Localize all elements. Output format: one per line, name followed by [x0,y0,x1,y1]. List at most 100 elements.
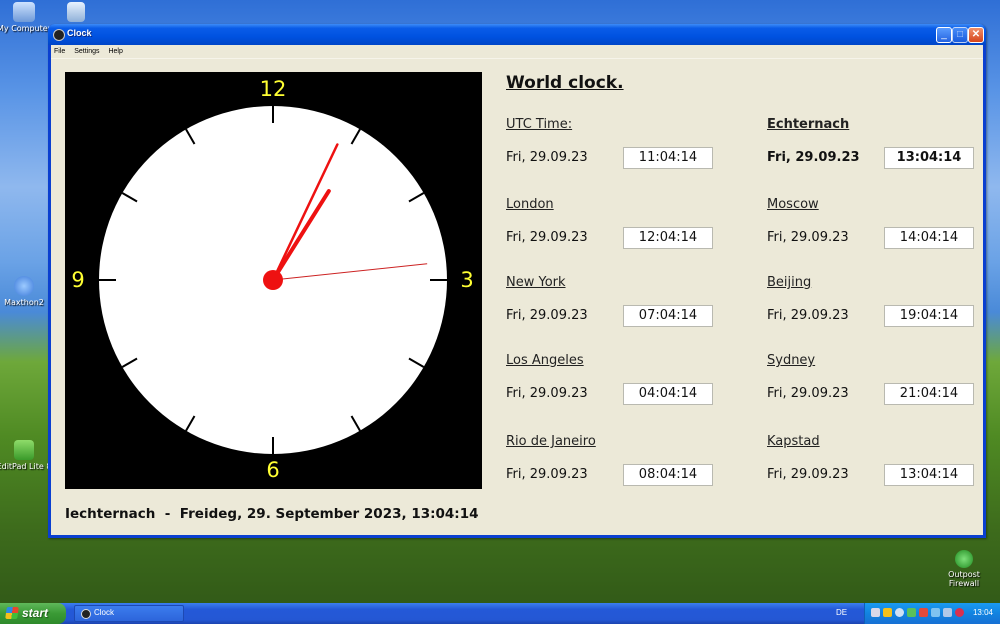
city-date: Fri, 29.09.23 [767,230,849,245]
city-entry: Moscow Fri, 29.09.23 14:04:14 [767,197,987,251]
firewall-tray-icon[interactable] [955,608,964,617]
city-time-field[interactable]: 21:04:14 [884,383,974,405]
start-button[interactable]: start [0,603,66,624]
city-entry: Kapstad Fri, 29.09.23 13:04:14 [767,434,987,488]
city-row: Fri, 29.09.23 07:04:14 [506,305,726,329]
city-name: Moscow [767,197,819,212]
city-entry: Rio de Janeiro Fri, 29.09.23 08:04:14 [506,434,726,488]
city-date: Fri, 29.09.23 [767,308,849,323]
city-row: Fri, 29.09.23 13:04:14 [767,147,987,171]
city-entry: Sydney Fri, 29.09.23 21:04:14 [767,353,987,407]
city-date: Fri, 29.09.23 [506,467,588,482]
numeral-12: 12 [260,77,287,101]
analog-clock: 12 3 6 9 [65,72,482,489]
desktop-icon-editpad[interactable]: EditPad Lite 8 [0,440,54,471]
city-name: New York [506,275,566,290]
language-indicator[interactable]: DE [836,608,847,617]
city-name: Rio de Janeiro [506,434,596,449]
city-row: Fri, 29.09.23 11:04:14 [506,147,726,171]
desktop-icon-label: EditPad Lite 8 [0,462,52,471]
taskbar: start Clock DE 13:04 [0,603,1000,624]
menu-help[interactable]: Help [108,48,122,55]
window-client: File Settings Help 12 3 6 9 Iechternach … [51,45,983,535]
city-row: Fri, 29.09.23 04:04:14 [506,383,726,407]
city-date: Fri, 29.09.23 [767,467,849,482]
city-row: Fri, 29.09.23 13:04:14 [767,464,987,488]
menu-file[interactable]: File [54,48,65,55]
city-row: Fri, 29.09.23 14:04:14 [767,227,987,251]
city-row: Fri, 29.09.23 21:04:14 [767,383,987,407]
desktop-icon-label: Outpost Firewall [948,570,980,588]
desktop-icon-label: My Computer [0,24,51,33]
city-entry: London Fri, 29.09.23 12:04:14 [506,197,726,251]
city-time-field[interactable]: 04:04:14 [623,383,713,405]
city-time-field[interactable]: 11:04:14 [623,147,713,169]
antivirus-icon[interactable] [919,608,928,617]
city-time-field[interactable]: 07:04:14 [623,305,713,327]
city-time-field[interactable]: 13:04:14 [884,147,974,169]
city-row: Fri, 29.09.23 19:04:14 [767,305,987,329]
city-time-field[interactable]: 08:04:14 [623,464,713,486]
city-time-field[interactable]: 12:04:14 [623,227,713,249]
desktop-icon-label: Maxthon2 [4,298,44,307]
city-time-field[interactable]: 14:04:14 [884,227,974,249]
city-date: Fri, 29.09.23 [767,150,860,165]
city-name: London [506,197,554,212]
city-date: Fri, 29.09.23 [767,386,849,401]
city-date: Fri, 29.09.23 [506,230,588,245]
city-name: UTC Time: [506,117,573,132]
network-icon[interactable] [871,608,880,617]
city-entry: Beijing Fri, 29.09.23 19:04:14 [767,275,987,329]
windows-logo-icon [5,607,19,619]
city-name: Beijing [767,275,812,290]
city-name: Los Angeles [506,353,584,368]
sync-icon[interactable] [907,608,916,617]
city-name: Kapstad [767,434,820,449]
city-date: Fri, 29.09.23 [506,150,588,165]
clock-app-icon [81,609,91,619]
city-entry: UTC Time: Fri, 29.09.23 11:04:14 [506,117,726,171]
city-name: Sydney [767,353,816,368]
clock-window: Clock _ □ ✕ File Settings Help 12 3 6 9 [48,24,986,538]
shield-icon[interactable] [931,608,940,617]
city-entry: Los Angeles Fri, 29.09.23 04:04:14 [506,353,726,407]
start-label: start [22,606,49,620]
connection-icon[interactable] [943,608,952,617]
city-row: Fri, 29.09.23 12:04:14 [506,227,726,251]
city-name: Echternach [767,117,850,132]
computer-icon [13,2,35,22]
city-time-field[interactable]: 13:04:14 [884,464,974,486]
taskbar-item-clock[interactable]: Clock [74,605,184,622]
desktop-icon-recycle-bin[interactable] [46,2,106,24]
local-date-time-status: Iechternach - Freideg, 29. September 202… [65,506,479,522]
city-entry: Echternach Fri, 29.09.23 13:04:14 [767,117,987,171]
taskbar-clock[interactable]: 13:04 [973,608,993,617]
recycle-bin-icon [67,2,85,22]
clock-app-icon [53,29,65,41]
city-date: Fri, 29.09.23 [506,386,588,401]
warning-icon[interactable] [883,608,892,617]
maximize-button[interactable]: □ [952,27,968,43]
numeral-6: 6 [266,458,279,482]
world-clock-title: World clock. [506,73,624,93]
system-tray: 13:04 [864,603,1000,624]
firewall-icon [955,550,973,568]
desktop-icon-outpost-firewall[interactable]: Outpost Firewall [934,550,994,588]
close-button[interactable]: ✕ [968,27,984,43]
taskbar-item-label: Clock [94,608,115,617]
numeral-3: 3 [460,268,473,292]
minimize-button[interactable]: _ [936,27,952,43]
volume-icon[interactable] [895,608,904,617]
maxthon-icon [14,276,34,296]
editpad-icon [14,440,34,460]
city-row: Fri, 29.09.23 08:04:14 [506,464,726,488]
city-time-field[interactable]: 19:04:14 [884,305,974,327]
menu-bar: File Settings Help [51,45,983,59]
numeral-9: 9 [71,268,84,292]
city-date: Fri, 29.09.23 [506,308,588,323]
menu-settings[interactable]: Settings [74,48,99,55]
title-bar[interactable]: Clock _ □ ✕ [48,24,986,45]
desktop-icon-maxthon[interactable]: Maxthon2 [0,276,54,307]
window-title: Clock [67,28,92,38]
analog-clock-svg: 12 3 6 9 [71,77,473,482]
